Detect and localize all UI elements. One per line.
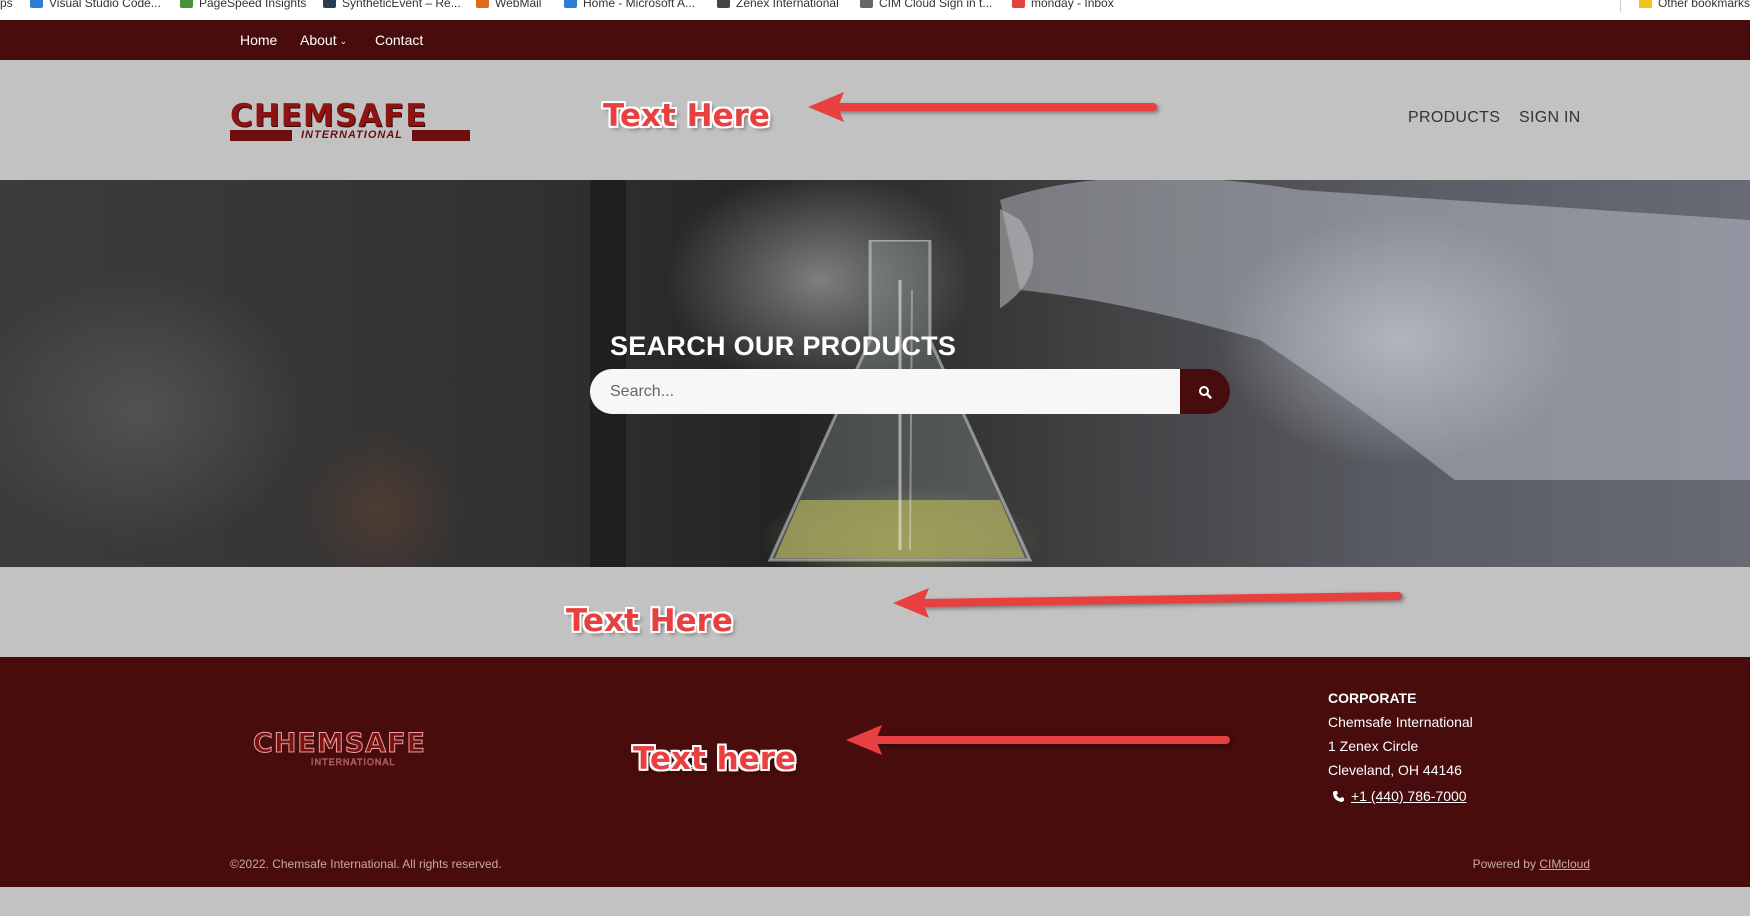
bookmark-label: Zenex International [736, 0, 839, 10]
footer-logo[interactable]: CHEMSAFE INTERNATIONAL [253, 728, 471, 769]
gloved-hand-image [1000, 180, 1750, 480]
bookmark-label: ps [0, 0, 13, 10]
webmail-icon [476, 0, 489, 8]
bookmark-cimcloud[interactable]: CIM Cloud Sign in t... [860, 0, 992, 20]
bookmark-label: SyntheticEvent – Re... [342, 0, 461, 10]
bookmark-pagespeed[interactable]: PageSpeed Insights [180, 0, 306, 20]
bookmark-apps[interactable]: ps [0, 0, 13, 20]
annotation-footer-text: Text here [633, 741, 797, 777]
nav-about-label: About [300, 32, 337, 48]
bookmark-label: CIM Cloud Sign in t... [879, 0, 993, 10]
bookmark-vscode[interactable]: Visual Studio Code... [30, 0, 161, 20]
copyright-text: ©2022. Chemsafe International. All right… [230, 857, 502, 871]
header-signin-link[interactable]: SIGN IN [1519, 109, 1581, 127]
site-footer [0, 657, 1750, 887]
bookmark-label: PageSpeed Insights [199, 0, 307, 10]
bookmarks-divider [1620, 0, 1621, 12]
phone-icon [1333, 790, 1344, 802]
site-logo[interactable]: CHEMSAFE INTERNATIONAL [230, 100, 470, 142]
search-button[interactable] [1180, 369, 1230, 414]
bookmark-monday[interactable]: monday - Inbox [1012, 0, 1114, 20]
react-icon [323, 0, 336, 8]
company-name: Chemsafe International [1328, 714, 1473, 730]
azure-icon [564, 0, 577, 8]
footer-logo-wordmark: CHEMSAFE [253, 728, 426, 759]
product-search [590, 369, 1230, 414]
folder-icon [1638, 0, 1652, 8]
annotation-arrow-icon [808, 92, 1157, 122]
bookmark-webmail[interactable]: WebMail [476, 0, 541, 20]
annotation-band-text: Text Here [566, 603, 733, 639]
bookmark-microsoft[interactable]: Home - Microsoft A... [564, 0, 695, 20]
other-bookmarks[interactable]: Other bookmarks [1638, 0, 1750, 10]
annotation-arrow-icon [846, 725, 1230, 755]
footer-logo-subtitle: INTERNATIONAL [311, 757, 396, 768]
logo-subtitle: INTERNATIONAL [292, 128, 412, 142]
hero-title: SEARCH OUR PRODUCTS [610, 331, 957, 361]
annotation-header-text: Text Here [603, 98, 770, 134]
vscode-icon [30, 0, 43, 8]
corporate-heading: CORPORATE [1328, 690, 1417, 706]
nav-contact-link[interactable]: Contact [375, 20, 423, 60]
phone-row: +1 (440) 786-7000 [1332, 788, 1467, 804]
monday-icon [1012, 0, 1025, 8]
search-icon [1199, 385, 1212, 399]
address-line-1: 1 Zenex Circle [1328, 738, 1419, 754]
zenex-icon [717, 0, 730, 8]
bookmark-label: Visual Studio Code... [49, 0, 161, 10]
bookmark-label: WebMail [495, 0, 542, 10]
other-bookmarks-label: Other bookmarks [1657, 0, 1750, 10]
powered-by: Powered by CIMcloud [1473, 857, 1590, 871]
search-input[interactable] [590, 369, 1180, 414]
page-bottom [0, 887, 1750, 916]
chevron-down-icon: ⌄ [339, 36, 348, 47]
nav-home-link[interactable]: Home [240, 20, 277, 60]
bookmark-syntheticevent[interactable]: SyntheticEvent – Re... [323, 0, 461, 20]
annotation-arrow-icon [893, 588, 1402, 618]
bookmarks-bar: ps Visual Studio Code... PageSpeed Insig… [0, 0, 1750, 20]
nav-about-link[interactable]: About ⌄ [300, 20, 347, 60]
bookmark-label: Home - Microsoft A... [583, 0, 696, 10]
cimcloud-icon [860, 0, 873, 8]
top-nav: Home About ⌄ Contact [0, 20, 1750, 60]
phone-link[interactable]: +1 (440) 786-7000 [1351, 788, 1467, 804]
cimcloud-link[interactable]: CIMcloud [1539, 857, 1590, 871]
bookmark-label: monday - Inbox [1031, 0, 1114, 10]
bookmark-zenex[interactable]: Zenex International [717, 0, 839, 20]
content-band [0, 567, 1750, 657]
address-line-2: Cleveland, OH 44146 [1328, 762, 1462, 778]
header-products-link[interactable]: PRODUCTS [1408, 109, 1500, 127]
pagespeed-icon [180, 0, 193, 8]
powered-by-label: Powered by [1472, 857, 1536, 871]
